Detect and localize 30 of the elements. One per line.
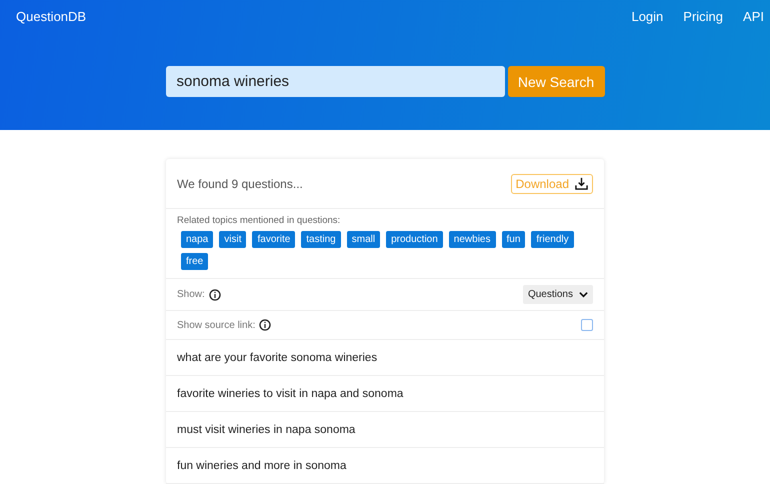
topic-tag[interactable]: tasting [301, 231, 341, 248]
search-field[interactable]: sonoma wineries [166, 66, 504, 97]
topic-tag[interactable]: free [181, 253, 208, 270]
question-item[interactable]: what are your favorite sonoma wineries [166, 340, 604, 376]
download-icon [575, 177, 588, 190]
info-icon[interactable] [259, 319, 272, 331]
brand-logo[interactable]: QuestionDB [16, 9, 86, 24]
chevron-down-icon [579, 290, 588, 299]
question-item[interactable]: must visit wineries in napa sonoma [166, 412, 604, 448]
results-summary: We found 9 questions... [177, 176, 303, 190]
topic-tag[interactable]: napa [181, 231, 214, 248]
nav-link[interactable]: Login [631, 9, 664, 24]
source-link-checkbox[interactable] [581, 319, 593, 331]
topic-tag[interactable]: production [386, 231, 443, 248]
show-dropdown[interactable]: Questions [522, 285, 593, 304]
topics-label: Related topics mentioned in questions: [177, 215, 342, 226]
topic-tag[interactable]: small [346, 231, 380, 248]
topic-tag[interactable]: visit [219, 231, 246, 248]
search-button[interactable]: New Search [508, 66, 604, 97]
topic-tag[interactable]: fun [502, 231, 526, 248]
nav-link[interactable]: API [743, 9, 764, 24]
topic-tag[interactable]: favorite [252, 231, 296, 248]
question-item[interactable]: fun wineries and more in sonoma [166, 448, 604, 484]
info-icon[interactable] [208, 288, 221, 300]
show-label: Show: [177, 289, 205, 300]
source-link-label: Show source link: [177, 320, 256, 330]
nav-link[interactable]: Pricing [683, 9, 724, 24]
question-item[interactable]: favorite wineries to visit in napa and sonoma [166, 376, 604, 412]
topic-tag[interactable]: friendly [531, 231, 574, 248]
topic-tag[interactable]: newbies [448, 231, 496, 248]
